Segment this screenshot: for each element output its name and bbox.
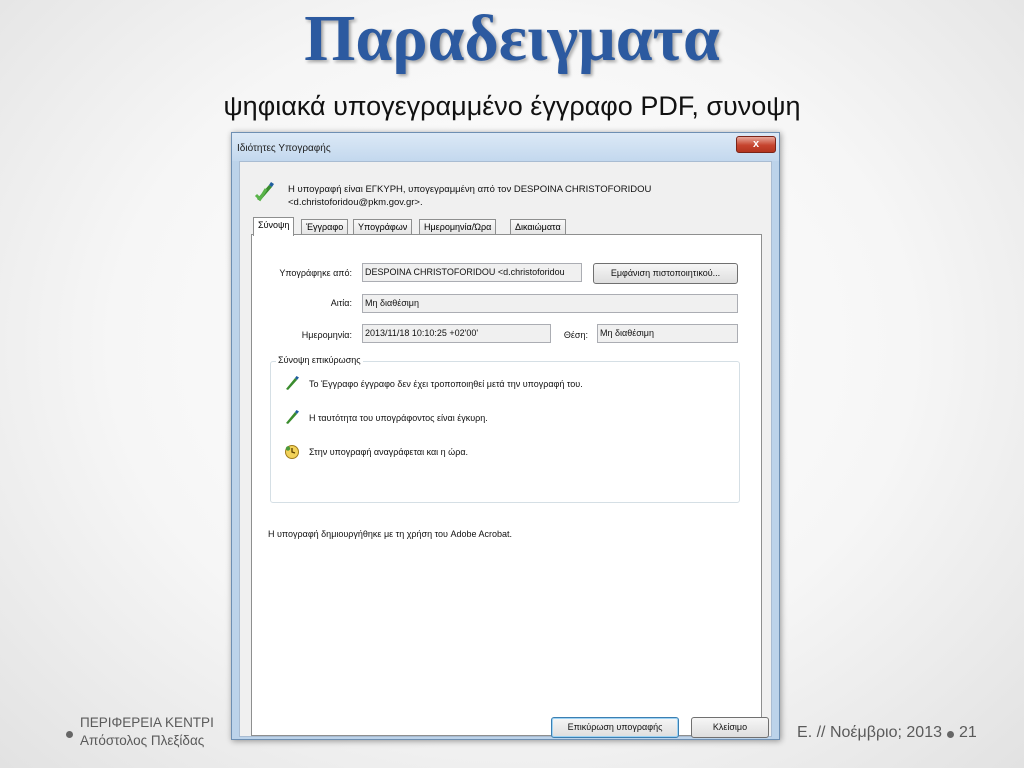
valid-pen-icon [286, 410, 299, 424]
dialog-title: Ιδιότητες Υπογραφής [237, 143, 331, 154]
tab-signer[interactable]: Υπογράφων [353, 219, 413, 235]
signature-properties-dialog: Ιδιότητες Υπογραφής x Η υπογραφή είναι Ε… [231, 132, 780, 740]
timestamp-clock-icon [285, 445, 299, 459]
created-with-text: Η υπογραφή δημιουργήθηκε με τη χρήση του… [268, 529, 513, 539]
footer-right-text: Ε. // Νοέμβριο; 2013 [797, 724, 942, 741]
date-field: 2013/11/18 10:10:25 +02'00' [362, 324, 551, 343]
window-close-button[interactable]: x [736, 136, 776, 153]
tab-summary[interactable]: Σύνοψη [253, 217, 295, 236]
reason-field: Μη διαθέσιμη [362, 294, 738, 313]
summary-panel: Υπογράφηκε από: DESPOINA CHRISTOFORIDOU … [251, 234, 762, 736]
signed-by-field: DESPOINA CHRISTOFORIDOU <d.christoforido… [362, 263, 582, 282]
slide-title: Παραδειγματα [304, 2, 720, 75]
tab-document[interactable]: Έγγραφο [301, 219, 349, 235]
date-label: Ημερομηνία: [301, 330, 352, 340]
validation-item-timestamp: Στην υπογραφή αναγράφεται και η ώρα. [309, 447, 469, 457]
footer-bullet [66, 731, 73, 738]
reason-label: Αιτία: [330, 298, 352, 308]
validation-summary-group: Σύνοψη επικύρωσης Το Έγγραφο έγγραφο δεν… [270, 355, 740, 503]
footer-left-text: ΠΕΡΙΦΕΡΕΙΑ ΚΕΝΤΡΙ Απόστολος Πλεξίδας [80, 715, 214, 748]
show-certificate-button[interactable]: Εμφάνιση πιστοποιητικού... [593, 263, 738, 284]
validation-item-identity: Η ταυτότητα του υπογράφοντος είναι έγκυρ… [309, 413, 488, 423]
close-button[interactable]: Κλείσιμο [691, 717, 769, 738]
signature-status-text: Η υπογραφή είναι ΕΓΚΥΡΗ, υπογεγραμμένη α… [288, 184, 652, 208]
valid-pen-icon [286, 376, 299, 390]
slide-subtitle: ψηφιακά υπογεγραμμένο έγγραφο PDF, συνοψ… [223, 91, 801, 121]
location-label: Θέση: [563, 330, 588, 340]
validation-summary-title: Σύνοψη επικύρωσης [276, 355, 363, 365]
page-number: 21 [959, 724, 977, 741]
signed-by-label: Υπογράφηκε από: [279, 268, 352, 278]
dialog-titlebar[interactable]: Ιδιότητες Υπογραφής x [232, 133, 779, 161]
dialog-client-area: Η υπογραφή είναι ΕΓΚΥΡΗ, υπογεγραμμένη α… [239, 161, 772, 738]
tab-permissions[interactable]: Δικαιώματα [510, 219, 566, 235]
valid-signature-icon [254, 182, 274, 202]
tab-date-time[interactable]: Ημερομηνία/Ώρα [419, 219, 497, 235]
footer-bullet [947, 731, 954, 738]
validate-signature-button[interactable]: Επικύρωση υπογραφής [551, 717, 679, 738]
validation-item-document: Το Έγγραφο έγγραφο δεν έχει τροποποιηθεί… [309, 379, 583, 389]
location-field: Μη διαθέσιμη [597, 324, 738, 343]
